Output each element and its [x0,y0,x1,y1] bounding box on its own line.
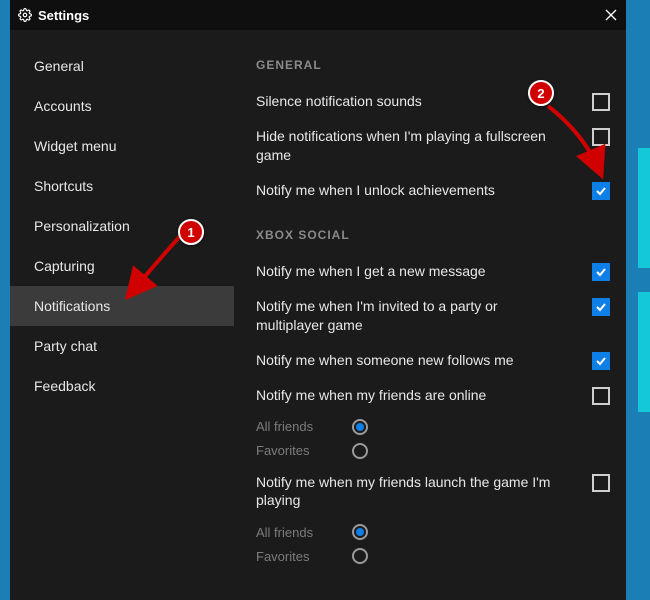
sidebar-item-label: Widget menu [34,138,116,154]
radio-all-friends-online[interactable] [352,419,368,435]
radio-label: All friends [256,525,352,540]
sidebar-item-label: Notifications [34,298,110,314]
sidebar: General Accounts Widget menu Shortcuts P… [10,30,234,600]
setting-row: Notify me when someone new follows me [256,345,610,380]
radio-label: Favorites [256,443,352,458]
setting-label: Notify me when someone new follows me [256,351,592,370]
radio-label: All friends [256,419,352,434]
checkbox-hide-fullscreen[interactable] [592,128,610,146]
checkbox-silence-sounds[interactable] [592,93,610,111]
sidebar-item-label: Feedback [34,378,95,394]
titlebar: Settings [10,0,626,30]
radio-label: Favorites [256,549,352,564]
check-icon [595,185,607,197]
sidebar-item-label: Accounts [34,98,92,114]
checkbox-new-follower[interactable] [592,352,610,370]
check-icon [595,266,607,278]
checkbox-new-message[interactable] [592,263,610,281]
section-header-xbox-social: XBOX SOCIAL [256,228,610,242]
checkbox-friends-online[interactable] [592,387,610,405]
sidebar-item-label: Capturing [34,258,95,274]
sidebar-item-capturing[interactable]: Capturing [10,246,234,286]
window-title: Settings [38,8,89,23]
checkbox-party-invite[interactable] [592,298,610,316]
sidebar-item-accounts[interactable]: Accounts [10,86,234,126]
close-icon [605,9,617,21]
radio-row: All friends [256,520,610,544]
setting-row: Hide notifications when I'm playing a fu… [256,121,610,175]
sidebar-item-widget-menu[interactable]: Widget menu [10,126,234,166]
check-icon [595,301,607,313]
sidebar-item-label: General [34,58,84,74]
sidebar-item-label: Shortcuts [34,178,93,194]
background-accent-bands [628,0,650,600]
setting-row: Notify me when I'm invited to a party or… [256,291,610,345]
sidebar-item-notifications[interactable]: Notifications [10,286,234,326]
setting-row: Silence notification sounds [256,86,610,121]
checkbox-achievements[interactable] [592,182,610,200]
sidebar-item-label: Personalization [34,218,130,234]
checkbox-friends-launch[interactable] [592,474,610,492]
setting-label: Notify me when I unlock achievements [256,181,592,200]
sidebar-item-shortcuts[interactable]: Shortcuts [10,166,234,206]
setting-label: Notify me when I'm invited to a party or… [256,297,592,335]
check-icon [595,355,607,367]
radio-row: Favorites [256,544,610,568]
setting-row: Notify me when I get a new message [256,256,610,291]
content-pane: GENERAL Silence notification sounds Hide… [234,30,626,600]
sidebar-item-label: Party chat [34,338,97,354]
annotation-badge-1: 1 [178,219,204,245]
setting-label: Notify me when my friends are online [256,386,592,405]
radio-row: Favorites [256,439,610,463]
setting-row: Notify me when my friends launch the gam… [256,463,610,521]
section-header-general: GENERAL [256,58,610,72]
radio-row: All friends [256,415,610,439]
sidebar-item-party-chat[interactable]: Party chat [10,326,234,366]
annotation-badge-2: 2 [528,80,554,106]
setting-label: Hide notifications when I'm playing a fu… [256,127,592,165]
setting-label: Notify me when I get a new message [256,262,592,281]
sidebar-item-feedback[interactable]: Feedback [10,366,234,406]
gear-icon [18,8,32,22]
radio-favorites-launch[interactable] [352,548,368,564]
radio-all-friends-launch[interactable] [352,524,368,540]
setting-row: Notify me when I unlock achievements [256,175,610,210]
radio-favorites-online[interactable] [352,443,368,459]
setting-label: Notify me when my friends launch the gam… [256,473,592,511]
sidebar-item-general[interactable]: General [10,46,234,86]
close-button[interactable] [596,0,626,30]
setting-row: Notify me when my friends are online [256,380,610,415]
